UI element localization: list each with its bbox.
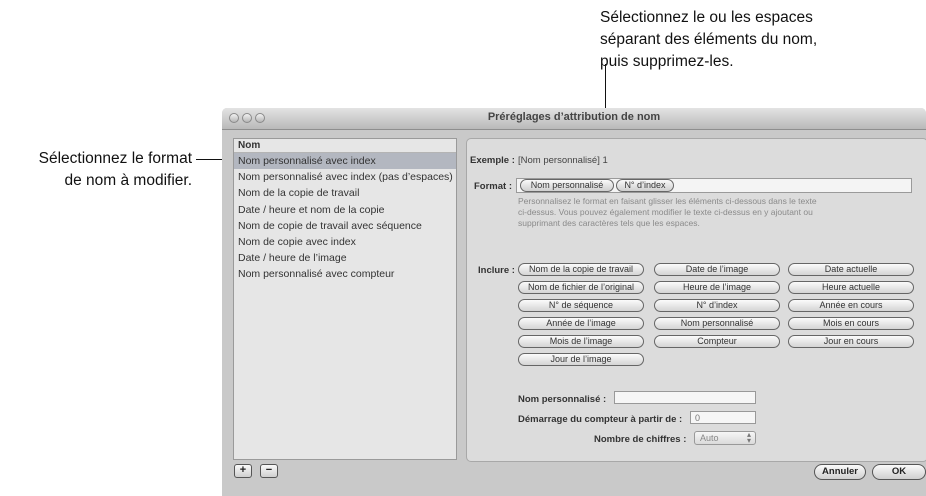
- include-button[interactable]: Nom personnalisé: [654, 317, 780, 330]
- include-button[interactable]: Mois de l’image: [518, 335, 644, 348]
- custom-name-label: Nom personnalisé :: [518, 394, 607, 405]
- callout-select-format: Sélectionnez le format de nom à modifier…: [6, 148, 192, 192]
- digits-select[interactable]: Auto ▴ ▾: [694, 431, 756, 445]
- include-button[interactable]: Heure actuelle: [788, 281, 914, 294]
- list-header-name[interactable]: Nom: [234, 139, 456, 153]
- list-item[interactable]: Nom de copie avec index: [234, 234, 456, 250]
- callout-remove-spaces: Sélectionnez le ou les espaces séparant …: [600, 7, 900, 73]
- include-button[interactable]: N° d’index: [654, 299, 780, 312]
- callout-left-line1: Sélectionnez le format: [38, 150, 192, 167]
- exemple-label: Exemple :: [470, 155, 515, 166]
- cancel-button[interactable]: Annuler: [814, 464, 866, 480]
- exemple-value: [Nom personnalisé] 1: [518, 155, 608, 166]
- list-item[interactable]: Nom de la copie de travail: [234, 185, 456, 201]
- callout-top-line2: séparant des éléments du nom,: [600, 31, 818, 48]
- include-button[interactable]: N° de séquence: [518, 299, 644, 312]
- stepper-arrows-icon: ▴ ▾: [746, 430, 751, 445]
- list-item[interactable]: Nom personnalisé avec index: [234, 153, 456, 170]
- callout-top-line1: Sélectionnez le ou les espaces: [600, 9, 813, 26]
- include-button[interactable]: Heure de l’image: [654, 281, 780, 294]
- hint-line-2: ci-dessus. Vous pouvez également modifie…: [518, 207, 813, 217]
- format-label: Format :: [474, 181, 512, 192]
- custom-name-field[interactable]: [614, 391, 756, 404]
- list-item[interactable]: Nom de copie de travail avec séquence: [234, 218, 456, 234]
- include-button[interactable]: Nom de la copie de travail: [518, 263, 644, 276]
- counter-start-field[interactable]: 0: [690, 411, 756, 424]
- naming-presets-window: Préréglages d’attribution de nom Nom Nom…: [222, 108, 926, 496]
- include-button[interactable]: Compteur: [654, 335, 780, 348]
- preset-list[interactable]: Nom Nom personnalisé avec index Nom pers…: [233, 138, 457, 460]
- hint-line-3: supprimant des caractères tels que les e…: [518, 218, 700, 228]
- include-button[interactable]: Nom de fichier de l’original: [518, 281, 644, 294]
- include-button[interactable]: Année de l’image: [518, 317, 644, 330]
- window-title: Préréglages d’attribution de nom: [487, 111, 661, 123]
- list-item[interactable]: Nom personnalisé avec index (pas d’espac…: [234, 169, 456, 185]
- inclure-label: Inclure :: [478, 265, 515, 276]
- include-button[interactable]: Jour de l’image: [518, 353, 644, 366]
- digits-label: Nombre de chiffres :: [594, 434, 687, 445]
- format-token-index[interactable]: N° d’index: [616, 179, 674, 192]
- include-button[interactable]: Jour en cours: [788, 335, 914, 348]
- add-preset-button[interactable]: +: [234, 464, 252, 478]
- digits-select-value: Auto: [700, 433, 719, 443]
- hint-line-1: Personnalisez le format en faisant gliss…: [518, 196, 817, 206]
- include-button[interactable]: Mois en cours: [788, 317, 914, 330]
- list-item[interactable]: Date / heure et nom de la copie: [234, 202, 456, 218]
- format-hint: Personnalisez le format en faisant gliss…: [518, 196, 878, 229]
- include-button[interactable]: Année en cours: [788, 299, 914, 312]
- list-item[interactable]: Nom personnalisé avec compteur: [234, 266, 456, 282]
- include-button[interactable]: Date actuelle: [788, 263, 914, 276]
- ok-button[interactable]: OK: [872, 464, 926, 480]
- title-bar: Préréglages d’attribution de nom: [222, 108, 926, 130]
- remove-preset-button[interactable]: −: [260, 464, 278, 478]
- include-button[interactable]: Date de l’image: [654, 263, 780, 276]
- counter-start-label: Démarrage du compteur à partir de :: [518, 414, 683, 425]
- callout-left-line2: de nom à modifier.: [64, 172, 192, 189]
- list-item[interactable]: Date / heure de l’image: [234, 250, 456, 266]
- callout-top-line3: puis supprimez-les.: [600, 53, 734, 70]
- format-token-custom-name[interactable]: Nom personnalisé: [520, 179, 614, 192]
